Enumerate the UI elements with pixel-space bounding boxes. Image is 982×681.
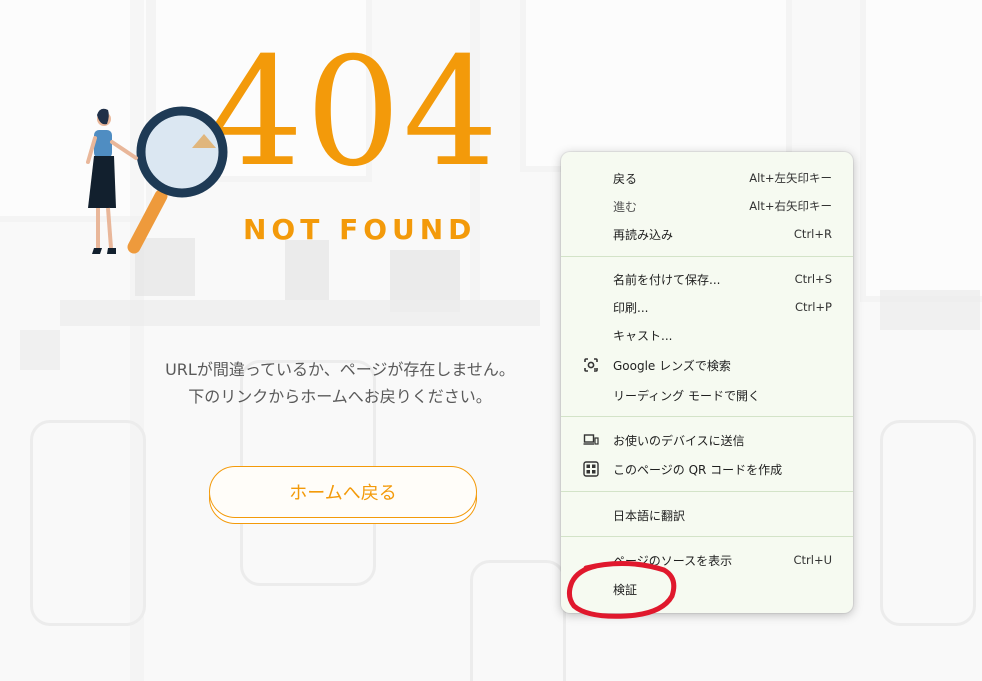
menu-separator (561, 536, 853, 537)
menu-item-back-shortcut: Alt+左矢印キー (749, 171, 832, 185)
menu-item-save-as-label: 名前を付けて保存... (613, 272, 721, 287)
menu-separator (561, 416, 853, 417)
menu-item-reading-mode[interactable]: リーディング モードで開く (561, 382, 853, 408)
menu-item-send-to-device[interactable]: お使いのデバイスに送信 (561, 427, 853, 453)
error-code: 404 (208, 26, 501, 200)
menu-item-back[interactable]: 戻る Alt+左矢印キー (561, 165, 853, 191)
menu-item-google-lens-label: Google レンズで検索 (613, 358, 731, 373)
error-message-line1: URLが間違っているか、ページが存在しません。 (165, 360, 515, 379)
error-message-line2: 下のリンクからホームへお戻りください。 (188, 387, 492, 406)
home-button[interactable]: ホームへ戻る (209, 466, 477, 518)
magnifier-woman-illustration (86, 106, 228, 254)
menu-item-reload-label: 再読み込み (613, 227, 674, 242)
send-to-device-icon (583, 434, 599, 445)
menu-item-forward-shortcut: Alt+右矢印キー (749, 199, 832, 213)
context-menu: 戻る Alt+左矢印キー 進む Alt+右矢印キー 再読み込み Ctrl+R 名… (561, 152, 853, 613)
qr-code-icon (583, 461, 599, 477)
menu-item-reload[interactable]: 再読み込み Ctrl+R (561, 221, 853, 247)
not-found-heading: NOT FOUND (243, 213, 477, 246)
menu-separator (561, 256, 853, 257)
menu-item-print[interactable]: 印刷... Ctrl+P (561, 294, 853, 320)
red-circle-annotation (566, 560, 677, 619)
menu-item-translate-label: 日本語に翻訳 (613, 508, 686, 523)
menu-item-translate[interactable]: 日本語に翻訳 (561, 502, 853, 528)
menu-item-google-lens[interactable]: Google レンズで検索 (561, 352, 853, 378)
menu-item-cast[interactable]: キャスト... (561, 322, 853, 348)
menu-separator (561, 491, 853, 492)
menu-item-qr-code[interactable]: このページの QR コードを作成 (561, 456, 853, 482)
menu-item-send-to-device-label: お使いのデバイスに送信 (613, 433, 745, 448)
menu-item-save-as[interactable]: 名前を付けて保存... Ctrl+S (561, 266, 853, 292)
menu-item-save-as-shortcut: Ctrl+S (794, 272, 832, 286)
menu-item-cast-label: キャスト... (613, 328, 673, 343)
menu-item-qr-code-label: このページの QR コードを作成 (613, 462, 783, 477)
menu-item-reading-mode-label: リーディング モードで開く (613, 388, 760, 403)
menu-item-view-source-shortcut: Ctrl+U (793, 553, 832, 567)
home-button-wrap: ホームへ戻る (209, 466, 479, 524)
google-lens-icon (584, 358, 598, 372)
menu-item-print-label: 印刷... (613, 300, 649, 315)
menu-item-print-shortcut: Ctrl+P (794, 300, 832, 314)
menu-item-forward-label: 進む (613, 199, 638, 214)
menu-item-reload-shortcut: Ctrl+R (793, 227, 832, 241)
error-message: URLが間違っているか、ページが存在しません。 下のリンクからホームへお戻りくだ… (130, 356, 550, 410)
menu-item-forward[interactable]: 進む Alt+右矢印キー (561, 193, 853, 219)
menu-item-back-label: 戻る (613, 171, 638, 186)
